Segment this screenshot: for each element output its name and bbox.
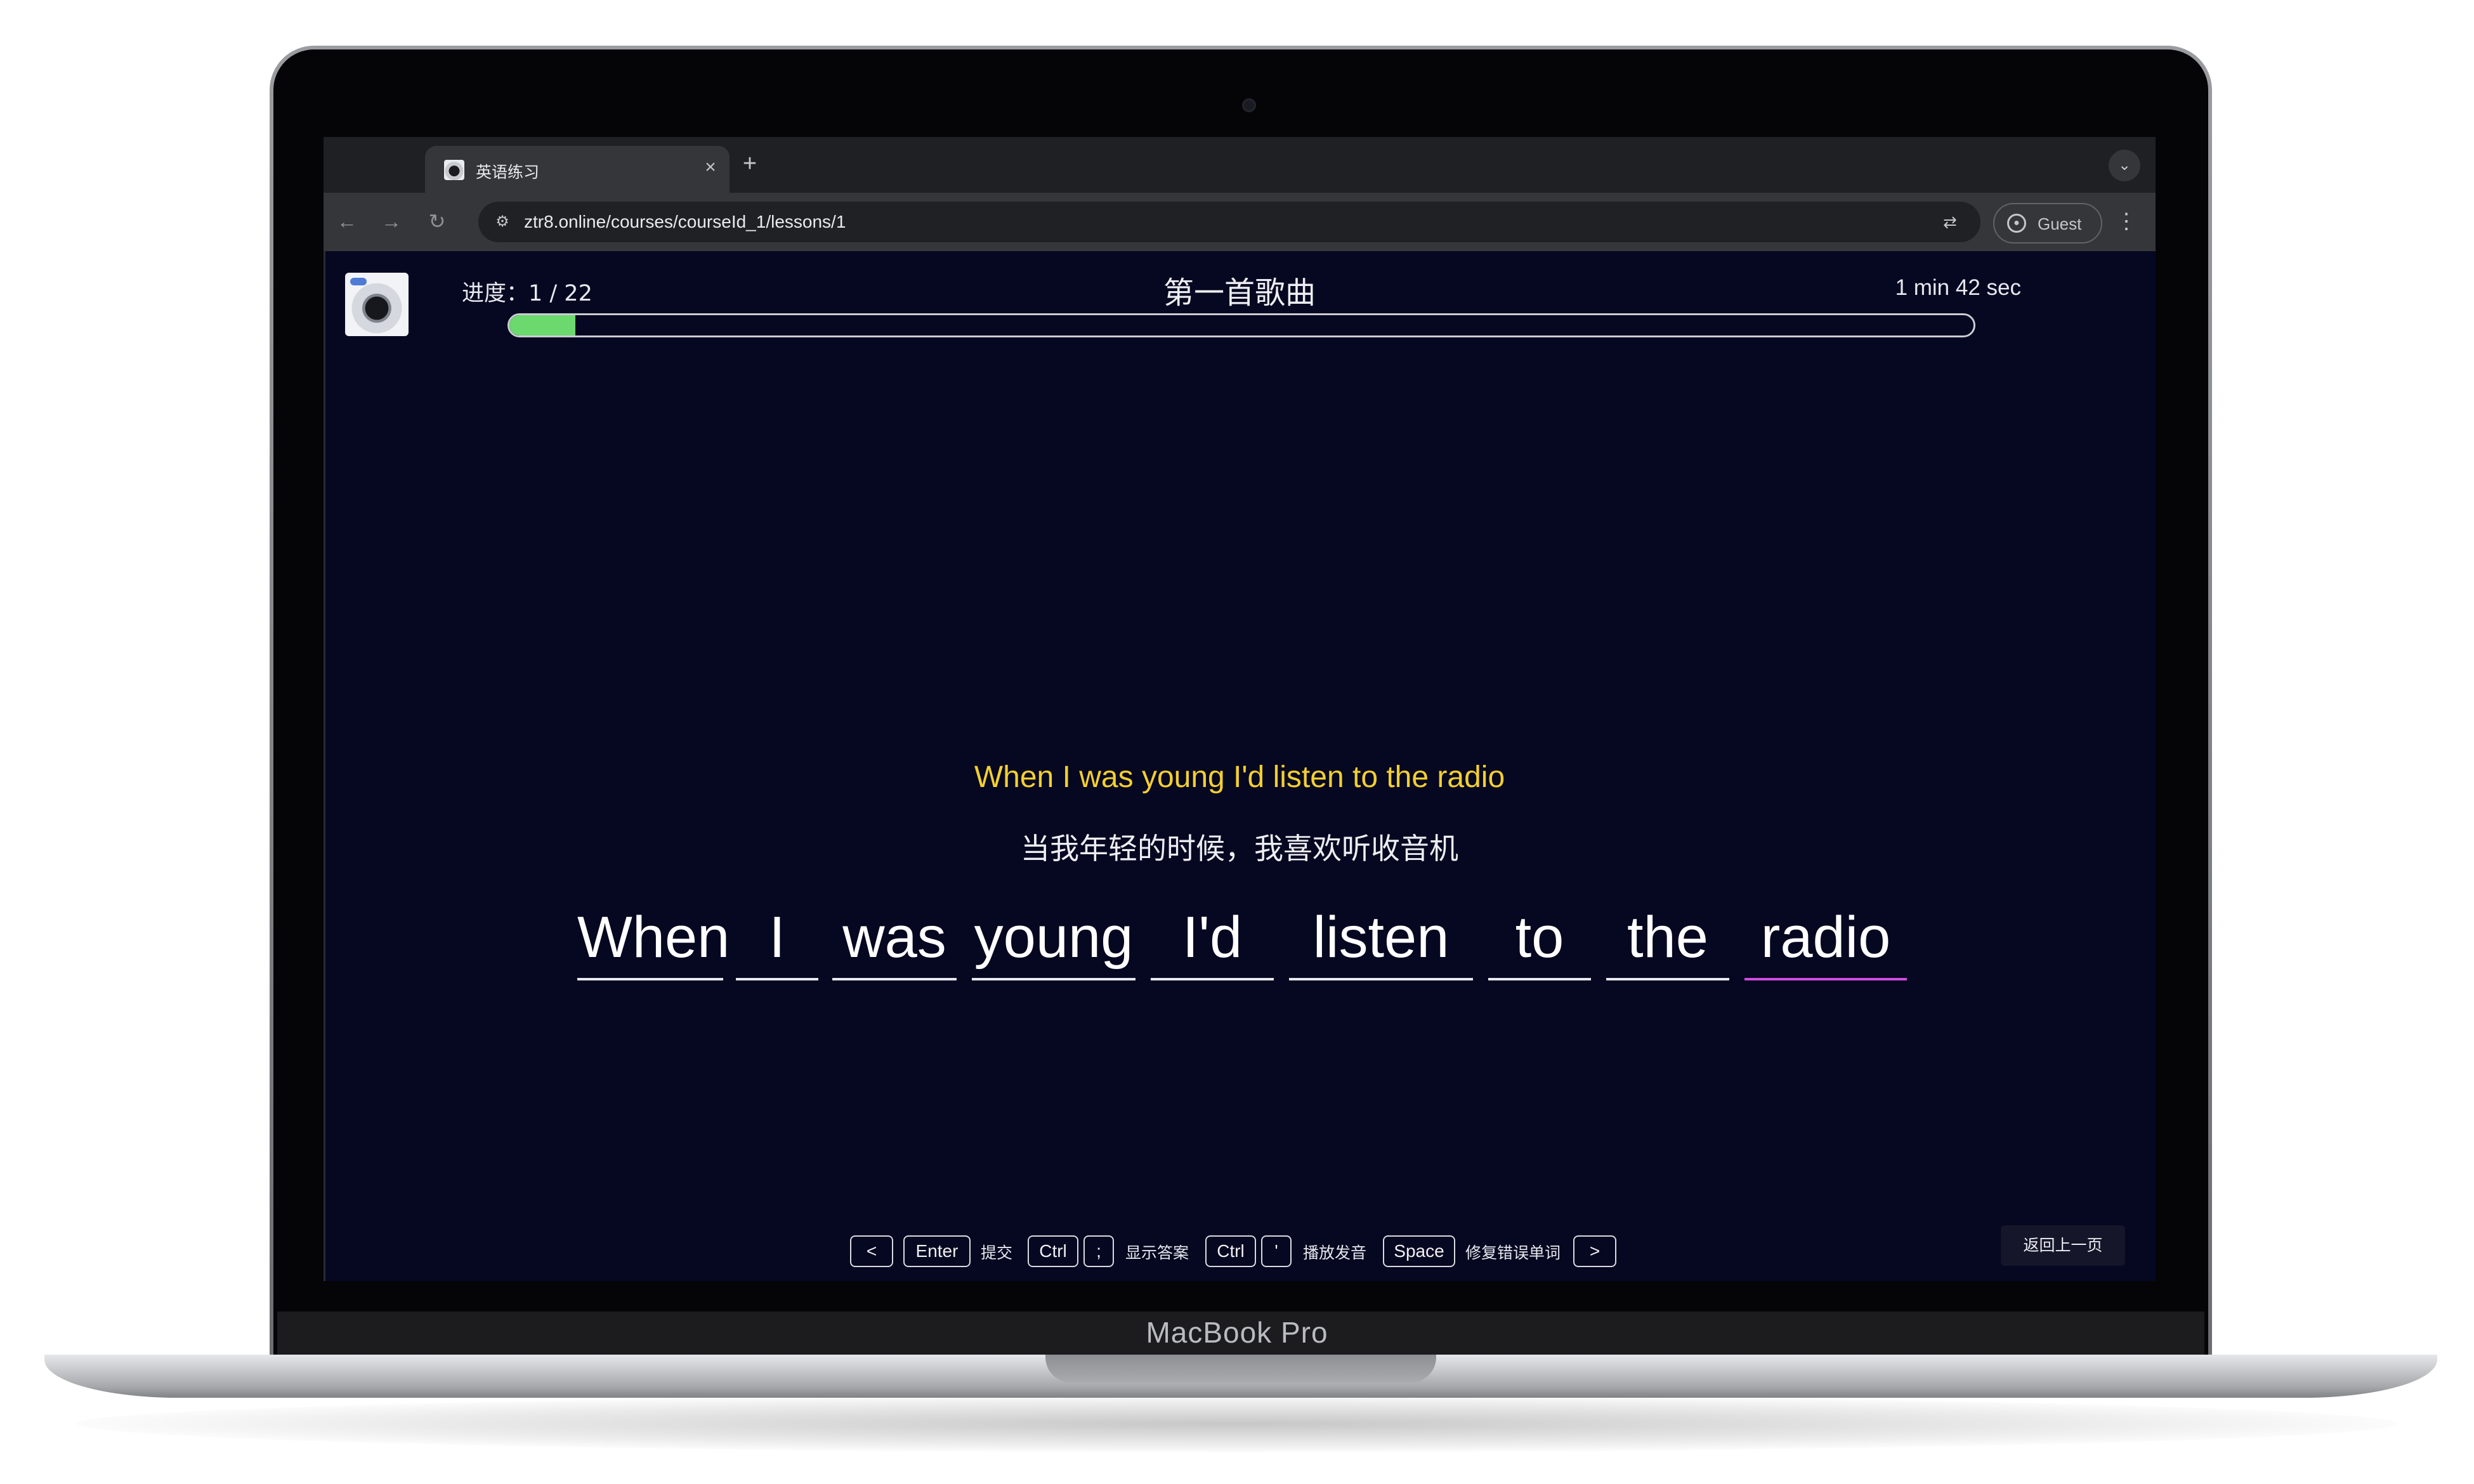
enter-key: Enter — [903, 1235, 971, 1267]
word-input[interactable]: was — [832, 885, 957, 980]
reload-icon[interactable]: ↻ — [422, 207, 452, 236]
more-menu-icon[interactable]: ⋮ — [2114, 207, 2139, 236]
word-text: radio — [1760, 905, 1891, 970]
chevron-down-icon[interactable]: ⌄ — [2109, 150, 2140, 181]
semicolon-key: ; — [1083, 1235, 1114, 1267]
word-text: to — [1515, 905, 1564, 970]
quote-key: ' — [1261, 1235, 1292, 1267]
chinese-translation: 当我年轻的时候，我喜欢听收音机 — [1021, 831, 1458, 866]
device-label: MacBook Pro — [1146, 1316, 1328, 1349]
ctrl-key: Ctrl — [1028, 1235, 1078, 1267]
word-input[interactable]: I'd — [1151, 885, 1274, 980]
english-sentence: When I was young I'd listen to the radio — [974, 760, 1505, 794]
word-text: listen — [1312, 905, 1450, 970]
translate-icon[interactable]: ⇄ — [1937, 209, 1963, 235]
prev-button[interactable]: < — [850, 1235, 893, 1267]
screen: 英语练习 × + ⌄ ← → ↻ ⚙ ztr8.online/courses/c… — [324, 137, 2156, 1281]
fix-word-hint: 修复错误单词 — [1465, 1244, 1561, 1262]
browser-tab[interactable]: 英语练习 × — [425, 146, 730, 193]
url-text[interactable]: ztr8.online/courses/courseId_1/lessons/1 — [524, 212, 846, 232]
back-arrow-icon[interactable]: ← — [332, 207, 362, 236]
site-info-icon[interactable]: ⚙ — [490, 209, 515, 235]
space-key: Space — [1383, 1235, 1455, 1267]
word-input-active[interactable]: radio — [1744, 885, 1907, 980]
browser-tab-strip: 英语练习 × + ⌄ — [324, 137, 2156, 193]
play-audio-hint: 播放发音 — [1303, 1244, 1367, 1262]
word-input[interactable]: young — [972, 885, 1136, 980]
next-button[interactable]: > — [1573, 1235, 1616, 1267]
laptop-shadow — [76, 1395, 2398, 1452]
word-inputs: When I was young I'd listen to the radio — [577, 885, 1909, 980]
browser-toolbar: ← → ↻ ⚙ ztr8.online/courses/courseId_1/l… — [324, 193, 2156, 251]
profile-label: Guest — [2038, 214, 2082, 233]
word-input[interactable]: listen — [1289, 885, 1473, 980]
new-tab-icon[interactable]: + — [737, 151, 762, 176]
word-input[interactable]: I — [736, 885, 818, 980]
word-input[interactable]: the — [1606, 885, 1729, 980]
laptop-notch — [1045, 1355, 1436, 1383]
lesson-page: 进度：1 / 22 第一首歌曲 1 min 42 sec When I was … — [324, 251, 2156, 1281]
close-tab-icon[interactable]: × — [699, 156, 722, 179]
progress-fill — [509, 315, 575, 335]
back-to-previous-button[interactable]: 返回上一页 — [2001, 1225, 2125, 1266]
word-text: I — [769, 905, 785, 970]
submit-hint: 提交 — [981, 1244, 1013, 1262]
shortcut-bar: < Enter 提交 Ctrl ; 显示答案 Ctrl ' 播放发音 Space… — [850, 1235, 1675, 1270]
lesson-title: 第一首歌曲 — [1163, 275, 1316, 311]
forward-arrow-icon[interactable]: → — [377, 207, 406, 236]
favicon-icon — [444, 160, 464, 180]
tab-title: 英语练习 — [476, 164, 540, 181]
word-text: I'd — [1182, 905, 1243, 970]
word-text: was — [842, 905, 946, 970]
word-text: young — [974, 905, 1134, 970]
ctrl-key: Ctrl — [1205, 1235, 1256, 1267]
word-input[interactable]: to — [1488, 885, 1591, 980]
word-input[interactable]: When — [577, 885, 730, 980]
word-text: the — [1627, 905, 1708, 970]
camera-icon — [1242, 98, 1256, 112]
profile-button[interactable]: ● Guest — [1993, 203, 2102, 244]
timer: 1 min 42 sec — [1895, 275, 2021, 300]
progress-bar — [507, 313, 1975, 337]
show-answer-hint: 显示答案 — [1125, 1244, 1189, 1262]
word-text: When — [577, 905, 730, 970]
person-icon: ● — [2007, 214, 2026, 233]
address-bar[interactable]: ⚙ ztr8.online/courses/courseId_1/lessons… — [478, 202, 1980, 242]
